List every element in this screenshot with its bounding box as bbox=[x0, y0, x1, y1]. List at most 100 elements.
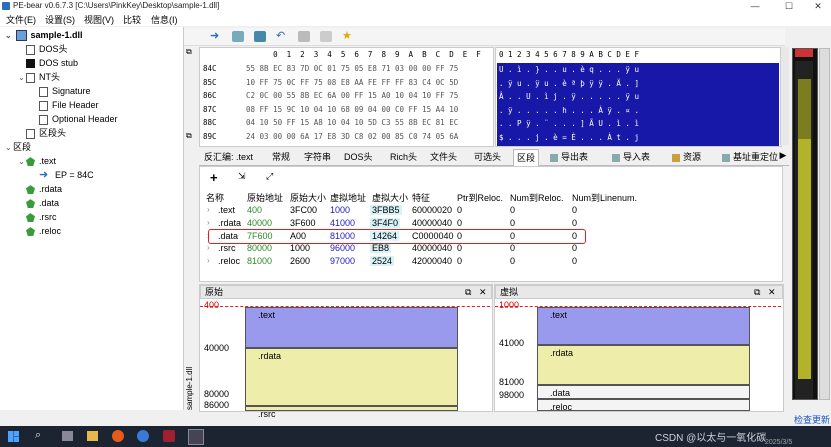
unmap-icon[interactable] bbox=[298, 31, 310, 42]
start-icon[interactable] bbox=[8, 431, 19, 442]
minimize-button[interactable]: — bbox=[740, 0, 770, 12]
pin-icon-2[interactable]: ⧉ bbox=[186, 131, 196, 141]
column-header[interactable]: 虚拟大小 bbox=[372, 191, 408, 204]
maximize-button[interactable]: ☐ bbox=[774, 0, 804, 12]
tab-scroll-right-icon[interactable]: ▶ bbox=[778, 150, 788, 164]
tree-item[interactable]: Signature bbox=[31, 84, 91, 98]
star-icon[interactable]: ★ bbox=[342, 31, 354, 42]
search-icon[interactable]: ⌕ bbox=[35, 429, 41, 442]
overview-scrollbar[interactable] bbox=[819, 48, 830, 400]
table-row[interactable]: › .rsrc 80000 1000 96000 EB8 40000040 0 0 0 bbox=[200, 243, 780, 255]
chevron-down-icon[interactable]: ⌄ bbox=[18, 155, 26, 169]
section-block[interactable]: .rdata bbox=[537, 345, 750, 385]
tree-item[interactable]: .rdata bbox=[18, 182, 62, 196]
column-header[interactable]: 原始地址 bbox=[247, 191, 283, 204]
firefox-icon[interactable] bbox=[112, 430, 124, 442]
chevron-right-icon[interactable]: › bbox=[207, 243, 210, 252]
chevron-down-icon[interactable]: ⌄ bbox=[18, 71, 26, 85]
hex-scrollbar[interactable] bbox=[780, 47, 789, 145]
tree-item[interactable]: DOS stub bbox=[18, 56, 78, 70]
chevron-right-icon[interactable]: › bbox=[207, 205, 210, 214]
close-icon[interactable]: ✕ bbox=[479, 286, 487, 298]
tab[interactable]: 反汇编: .text bbox=[201, 149, 256, 165]
pebear-taskbar-icon[interactable] bbox=[188, 429, 204, 445]
tab[interactable]: 基址重定位 bbox=[719, 149, 781, 165]
tree-root[interactable]: ⌄ sample-1.dll bbox=[5, 28, 83, 42]
tab[interactable]: 字符串 bbox=[301, 149, 334, 165]
column-header[interactable]: 名称 bbox=[206, 191, 224, 204]
hex-view[interactable]: 0 1 2 3 4 5 6 7 8 9 A B C D E F 84C 55 8B… bbox=[199, 47, 494, 147]
menu-info[interactable]: 信息(I) bbox=[151, 13, 178, 26]
tree-item[interactable]: ⌄ NT头 bbox=[18, 70, 60, 84]
tree-item[interactable]: ⌄区段 bbox=[5, 140, 31, 154]
menu-file[interactable]: 文件(E) bbox=[6, 13, 36, 26]
section-block[interactable]: .text bbox=[537, 307, 750, 345]
tab[interactable]: 资源 bbox=[669, 149, 704, 165]
section-block[interactable]: .text bbox=[245, 307, 458, 348]
tree-item[interactable]: Optional Header bbox=[31, 112, 118, 126]
tab[interactable]: 常规 bbox=[269, 149, 293, 165]
float-icon[interactable]: ⧉ bbox=[465, 286, 471, 298]
ascii-row[interactable]: U . ì . } . . u . è q . . . ÿ u bbox=[499, 63, 639, 77]
close-button[interactable]: ✕ bbox=[803, 0, 831, 12]
menu-view[interactable]: 视图(V) bbox=[84, 13, 114, 26]
column-header[interactable]: 原始大小 bbox=[290, 191, 326, 204]
column-header[interactable]: 特征 bbox=[412, 191, 430, 204]
column-header[interactable]: Num到Linenum. bbox=[572, 191, 637, 204]
pin-icon[interactable]: ⧉ bbox=[186, 47, 196, 57]
table-row[interactable]: › .rdata 40000 3F600 41000 3F4F0 40000040 0 0 0 bbox=[200, 217, 780, 230]
explorer-icon[interactable] bbox=[87, 431, 98, 441]
tab[interactable]: 文件头 bbox=[427, 149, 460, 165]
close-icon-2[interactable]: ✕ bbox=[768, 286, 776, 298]
ascii-row[interactable]: $ . . . j . è = È . . . À t . j bbox=[499, 131, 639, 145]
tab[interactable]: 可选头 bbox=[471, 149, 504, 165]
hex-row[interactable]: 89C 24 03 00 00 6A 17 E8 3D C8 02 00 85 C… bbox=[203, 130, 458, 144]
hex-row[interactable]: 84C 55 8B EC 83 7D 0C 01 75 05 E8 71 03 0… bbox=[203, 62, 458, 76]
hex-row[interactable]: 86C C2 0C 00 55 8B EC 6A 00 FF 15 A0 10 0… bbox=[203, 89, 458, 103]
tree-item[interactable]: ⌄ .text bbox=[18, 154, 56, 168]
section-block[interactable]: .rdata bbox=[245, 348, 458, 406]
table-row[interactable]: › .text 400 3FC00 1000 3FBB5 60000020 0 0 0 bbox=[200, 205, 780, 217]
load-icon[interactable] bbox=[232, 31, 244, 42]
tree-item[interactable]: File Header bbox=[31, 98, 99, 112]
resize-icon[interactable]: ⇲ bbox=[238, 171, 246, 182]
tab[interactable]: 导入表 bbox=[609, 149, 653, 165]
menu-settings[interactable]: 设置(S) bbox=[45, 13, 75, 26]
tree-item[interactable]: .rsrc bbox=[18, 210, 57, 224]
save-icon[interactable] bbox=[254, 31, 266, 42]
chevron-right-icon[interactable]: › bbox=[207, 218, 210, 227]
section-block[interactable]: .reloc bbox=[537, 399, 750, 412]
taskview-icon[interactable] bbox=[62, 431, 73, 441]
tool-icon[interactable] bbox=[320, 31, 332, 42]
table-row[interactable]: › .reloc 81000 2600 97000 2524 42000040 0 0 0 bbox=[200, 256, 780, 268]
browser-icon[interactable] bbox=[137, 430, 149, 442]
chevron-down-icon[interactable]: ⌄ bbox=[5, 29, 13, 43]
float-icon-2[interactable]: ⧉ bbox=[754, 286, 760, 298]
ascii-row[interactable]: . . P ÿ . ¨ . . . ] Ã U . ì . ì bbox=[499, 117, 639, 131]
forward-arrow-icon[interactable]: ➜ bbox=[210, 31, 222, 42]
tree-item[interactable]: DOS头 bbox=[18, 42, 68, 56]
hex-row[interactable]: 88C 04 10 50 FF 15 A8 10 04 10 5D C3 55 8… bbox=[203, 116, 458, 130]
tree-item[interactable]: .reloc bbox=[18, 224, 61, 238]
menu-compare[interactable]: 比较 bbox=[123, 13, 141, 26]
ascii-view[interactable]: 0 1 2 3 4 5 6 7 8 9 A B C D E F U . ì . … bbox=[495, 47, 782, 147]
tree-item[interactable]: 区段头 bbox=[18, 126, 66, 140]
overview-bar[interactable] bbox=[792, 48, 818, 400]
app-icon-taskbar[interactable] bbox=[163, 430, 175, 442]
tab[interactable]: DOS头 bbox=[341, 149, 376, 165]
column-header[interactable]: Ptr到Reloc. bbox=[457, 191, 503, 204]
chevron-down-icon[interactable]: ⌄ bbox=[5, 141, 13, 155]
ascii-row[interactable]: . ÿ u . ÿ u . è ª þ ÿ ÿ . Ä . ] bbox=[499, 77, 639, 91]
chevron-right-icon[interactable]: › bbox=[207, 256, 210, 265]
undo-icon[interactable]: ↶ bbox=[276, 31, 288, 42]
ascii-row[interactable]: Â . . U . ì j . ÿ . . . . . ÿ u bbox=[499, 90, 639, 104]
hex-row[interactable]: 85C 10 FF 75 0C FF 75 08 E8 AA FE FF FF 8… bbox=[203, 76, 458, 90]
add-icon[interactable]: + bbox=[210, 170, 218, 185]
section-block[interactable]: .rsrc bbox=[245, 406, 458, 419]
hex-row[interactable]: 87C 08 FF 15 9C 10 04 10 68 09 04 00 C0 F… bbox=[203, 103, 458, 117]
check-update-link[interactable]: 检查更新 bbox=[794, 413, 830, 426]
column-header[interactable]: Num到Reloc. bbox=[510, 191, 564, 204]
tab[interactable]: Rich头 bbox=[387, 149, 420, 165]
tree-item[interactable]: ➜ EP = 84C bbox=[31, 168, 94, 182]
tab[interactable]: 区段 bbox=[513, 149, 540, 166]
